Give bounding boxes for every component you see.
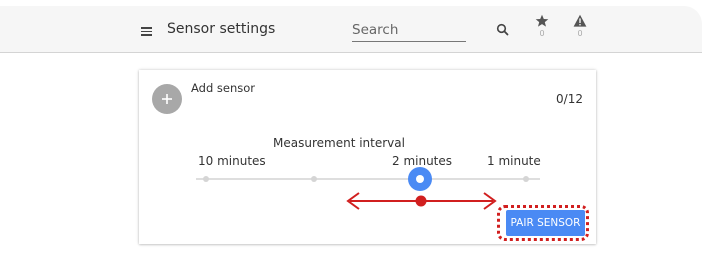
slider-stop[interactable]: [311, 176, 317, 182]
add-sensor-label: Add sensor: [191, 81, 256, 95]
drag-annotation-arrow: [346, 192, 497, 210]
interval-option-1-minute[interactable]: 1 minute: [487, 154, 541, 168]
favorites-count: 0: [539, 29, 545, 38]
alerts-button[interactable]: 0: [570, 14, 590, 44]
page-title: Sensor settings: [167, 21, 276, 37]
slider-stop[interactable]: [523, 176, 529, 182]
measurement-interval-label: Measurement interval: [273, 136, 405, 150]
sensor-count: 0/12: [556, 92, 583, 106]
slider-stop[interactable]: [203, 176, 209, 182]
add-sensor-button[interactable]: [152, 84, 182, 114]
top-bar: Sensor settings 0 0: [0, 6, 702, 53]
search-input[interactable]: [352, 19, 466, 42]
app: Sensor settings 0 0: [0, 0, 702, 255]
star-icon: [535, 14, 549, 27]
interval-option-2-minutes[interactable]: 2 minutes: [392, 154, 452, 168]
menu-icon[interactable]: [141, 27, 152, 36]
interval-option-10-minutes[interactable]: 10 minutes: [198, 154, 266, 168]
alerts-count: 0: [577, 29, 583, 38]
interval-slider-track[interactable]: [196, 178, 540, 180]
warning-icon: [573, 14, 587, 27]
favorites-button[interactable]: 0: [532, 14, 552, 44]
search-icon[interactable]: [496, 22, 510, 36]
plus-icon: [162, 94, 172, 104]
pair-sensor-button[interactable]: PAIR SENSOR: [506, 210, 585, 236]
